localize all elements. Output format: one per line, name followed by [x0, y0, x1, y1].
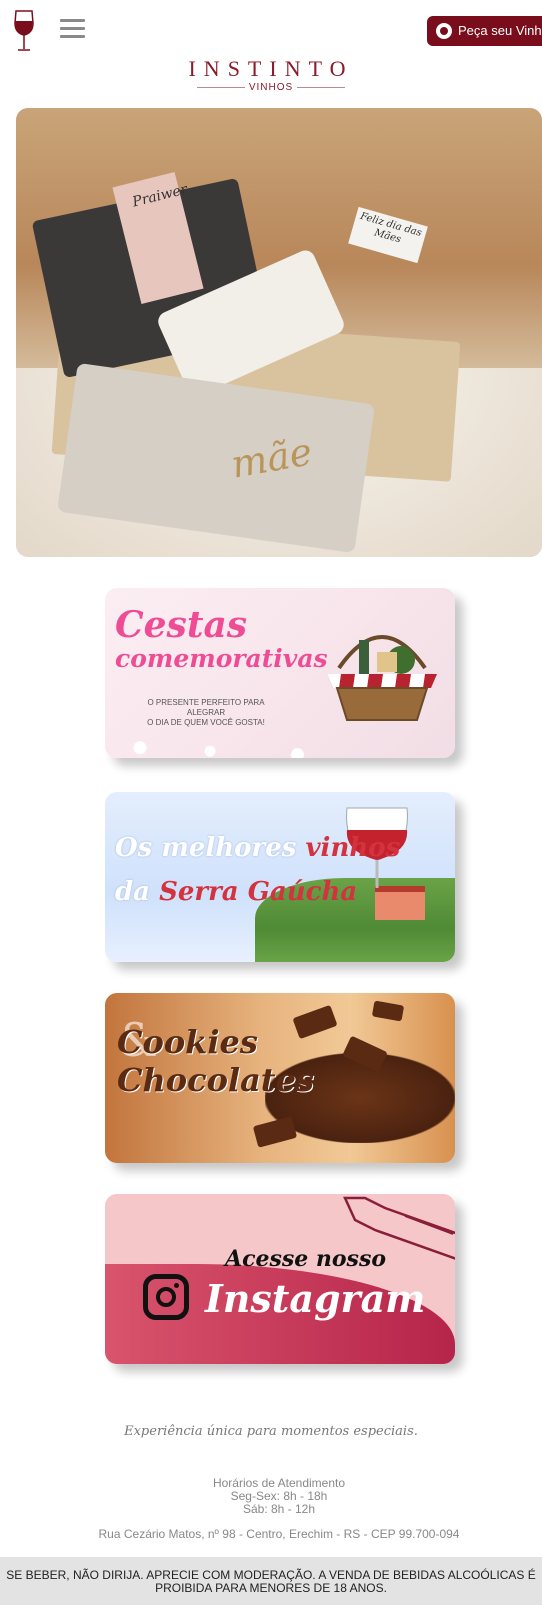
- banner-title-part: Os melhores: [115, 833, 306, 863]
- hours-saturday: Sáb: 8h - 12h: [242, 1502, 316, 1516]
- hamburger-line: [60, 35, 85, 38]
- banner-cestas-comemorativas[interactable]: Cestas comemorativas O PRESENTE PERFEITO…: [105, 588, 455, 758]
- banner-title: Instagram: [205, 1276, 426, 1321]
- banner-subtitle-line: O DIA DE QUEM VOCÊ GOSTA!: [147, 718, 265, 727]
- hamburger-line: [60, 19, 85, 22]
- banner-title: Os melhores vinhos da Serra Gaúcha: [115, 826, 400, 914]
- picnic-basket-icon: [327, 635, 437, 721]
- divider: [297, 86, 346, 88]
- banner-cookies-chocolates[interactable]: & Cookies Chocolates: [105, 993, 455, 1163]
- hamburger-line: [60, 27, 85, 30]
- store-address: Rua Cezário Matos, nº 98 - Centro, Erech…: [98, 1527, 460, 1541]
- banner-title-line: Cookies: [117, 1023, 258, 1061]
- banner-subtitle: O PRESENTE PERFEITO PARA ALEGRAR O DIA D…: [129, 698, 283, 728]
- hero-gift-basket-image: Praiwer Feliz dia das Mães mãe: [16, 108, 542, 557]
- banner-title-part: da: [115, 877, 160, 907]
- chocolate-piece: [252, 1116, 298, 1148]
- banner-melhores-vinhos[interactable]: Os melhores vinhos da Serra Gaúcha: [105, 792, 455, 962]
- brand-logo[interactable]: INSTINTO VINHOS: [0, 56, 542, 94]
- banner-title-line: Os melhores vinhos: [115, 826, 400, 870]
- wine-glass-logo-icon[interactable]: [10, 9, 38, 53]
- divider: [196, 86, 245, 88]
- brand-subtitle-text: VINHOS: [248, 82, 294, 93]
- banner-title-line: Cestas: [115, 604, 248, 646]
- banner-title: Cestas comemorativas: [115, 604, 328, 676]
- hamburger-menu-button[interactable]: [60, 19, 85, 39]
- order-wine-label: Peça seu Vinho: [458, 23, 542, 38]
- greeting-card: Feliz dia das Mães: [348, 206, 428, 264]
- banner-title-part: vinhos: [305, 833, 401, 863]
- chocolate-piece: [371, 1000, 405, 1022]
- banner-instagram[interactable]: Acesse nosso Instagram: [105, 1194, 455, 1364]
- warning-line: PROIBIDA PARA MENORES DE 18 ANOS.: [155, 1581, 387, 1595]
- instagram-icon: [143, 1274, 189, 1320]
- opening-hours: Horários de Atendimento Seg-Sex: 8h - 18…: [0, 1477, 542, 1516]
- banner-title-part: Serra Gaúcha: [159, 877, 358, 907]
- cherry-blossom-decoration: [105, 724, 455, 758]
- order-wine-button[interactable]: Peça seu Vinho: [427, 16, 542, 46]
- whatsapp-icon: [436, 22, 452, 39]
- banner-title: Cookies Chocolates: [117, 1023, 314, 1099]
- banner-subtitle-line: O PRESENTE PERFEITO PARA ALEGRAR: [147, 698, 265, 717]
- banner-label: Acesse nosso: [225, 1246, 387, 1272]
- tagline: Experiência única para momentos especiai…: [124, 1424, 418, 1439]
- alcohol-warning-banner: SE BEBER, NÃO DIRIJA. APRECIE COM MODERA…: [0, 1557, 542, 1605]
- brand-subtitle: VINHOS: [0, 82, 542, 93]
- brand-name: INSTINTO: [188, 56, 354, 81]
- banner-title-line: Chocolates: [117, 1061, 314, 1099]
- banner-title-line: comemorativas: [115, 644, 328, 673]
- banner-title-line: da Serra Gaúcha: [115, 870, 400, 914]
